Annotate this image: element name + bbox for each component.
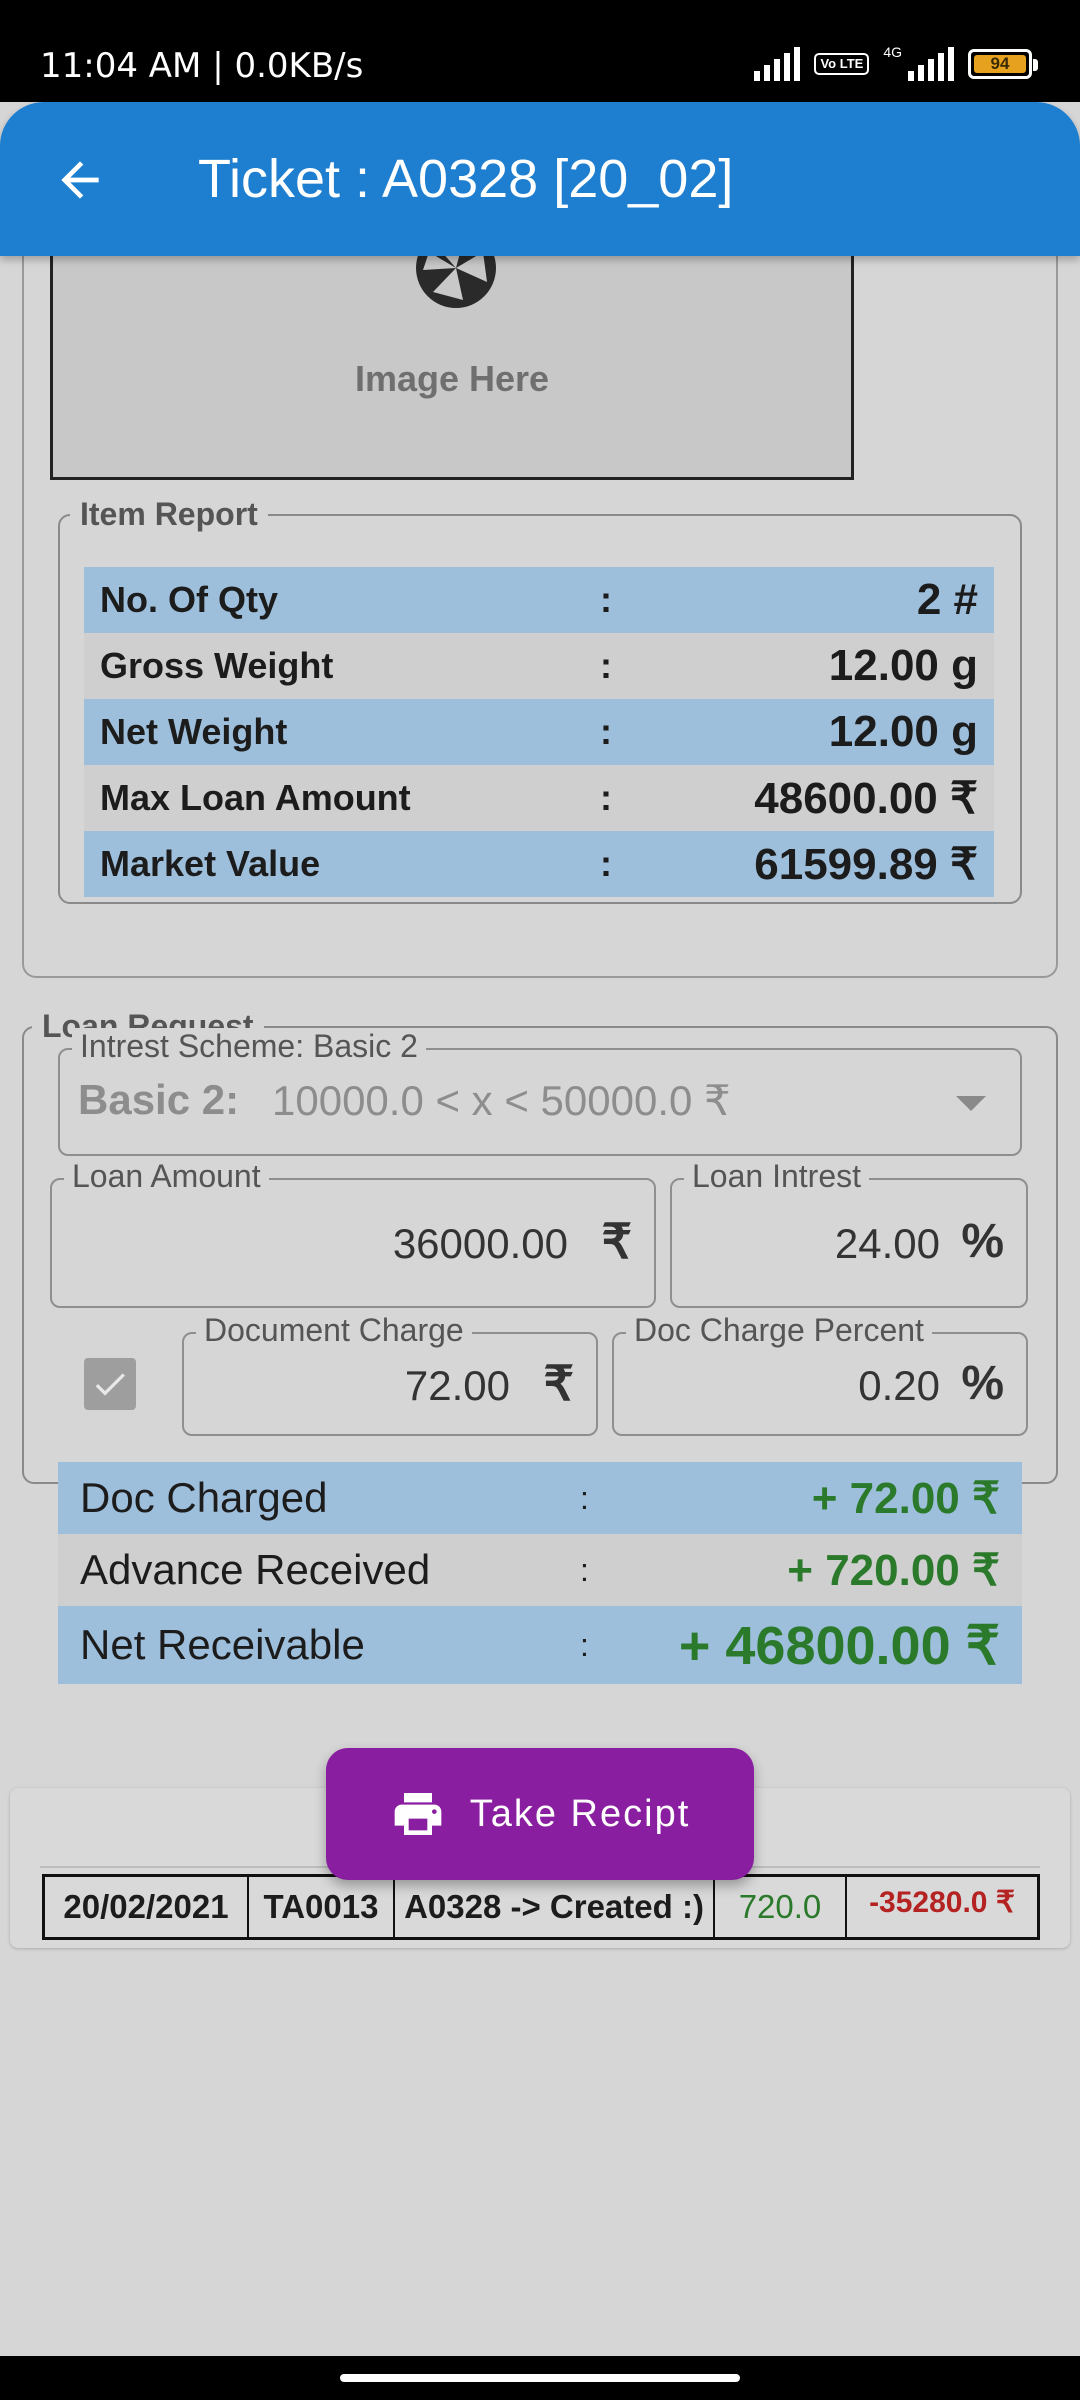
voucher-id: TA0013 [249, 1877, 395, 1937]
percent-icon: % [961, 1215, 1004, 1268]
item-report-group: Item Report No. Of Qty : 2 # Gross Weigh… [58, 496, 1022, 904]
app-bar: Ticket : A0328 [20_02] [0, 102, 1080, 256]
checkmark-icon [95, 1373, 125, 1396]
row-sep: : [600, 579, 612, 620]
row-sep: : [600, 843, 612, 884]
item-report-row: Net Weight : 12.00 g [84, 699, 994, 765]
page-title: Ticket : A0328 [20_02] [198, 149, 734, 209]
image-placeholder[interactable]: Image Here [50, 248, 854, 480]
summary-sep: : [580, 1479, 589, 1516]
rupee-icon: ₹ [601, 1216, 632, 1269]
interest-scheme-dropdown[interactable]: Intrest Scheme: Basic 2 Basic 2: 10000.0… [58, 1028, 1022, 1156]
loan-amount-value[interactable]: 36000.00 [393, 1220, 568, 1268]
dropdown-arrow-icon[interactable] [956, 1096, 986, 1111]
row-sep: : [600, 777, 612, 818]
summary-sep: : [580, 1626, 589, 1663]
voucher-description: A0328 -> Created :) [395, 1877, 715, 1937]
loan-amount-field[interactable]: Loan Amount 36000.00 ₹ [50, 1158, 656, 1308]
item-report-legend: Item Report [80, 496, 258, 532]
doc-charge-percent-value[interactable]: 0.20 [858, 1362, 940, 1410]
document-charge-field[interactable]: Document Charge 72.00 ₹ [182, 1312, 598, 1436]
status-bar: 11:04 AM | 0.0KB/s Vo LTE 4G 94 [0, 0, 1080, 102]
summary-key: Doc Charged [80, 1474, 328, 1521]
loan-interest-field[interactable]: Loan Intrest 24.00 % [670, 1158, 1028, 1308]
loan-summary: Doc Charged : + 72.00 ₹ Advance Received… [58, 1462, 1022, 1684]
printer-icon [394, 1793, 442, 1835]
summary-row: Doc Charged : + 72.00 ₹ [58, 1462, 1022, 1534]
scheme-name: Basic 2: [78, 1076, 240, 1123]
summary-value: + 720.00 ₹ [787, 1545, 1000, 1595]
summary-key: Advance Received [80, 1546, 431, 1593]
summary-row: Net Receivable : + 46800.00 ₹ [58, 1606, 1022, 1684]
voucher-credit: 720.0 [715, 1877, 847, 1937]
summary-row: Advance Received : + 720.00 ₹ [58, 1534, 1022, 1606]
row-key: Market Value [100, 843, 321, 884]
row-key: Net Weight [100, 711, 288, 752]
item-report-row: Max Loan Amount : 48600.00 ₹ [84, 765, 994, 831]
image-placeholder-label: Image Here [354, 358, 550, 399]
item-report-row: Market Value : 61599.89 ₹ [84, 831, 994, 897]
row-value: 48600.00 ₹ [754, 773, 978, 823]
doc-charge-percent-label: Doc Charge Percent [626, 1312, 932, 1349]
voucher-balance: -35280.0 ₹ [869, 1886, 1015, 1919]
row-key: Max Loan Amount [100, 777, 411, 818]
status-icons: Vo LTE 4G 94 [754, 44, 1038, 84]
voucher-row[interactable]: 20/02/2021 TA0013 A0328 -> Created :) 72… [42, 1874, 1040, 1940]
arrow-left-icon[interactable] [52, 152, 108, 208]
network-type: 4G [883, 44, 902, 60]
loan-interest-label: Loan Intrest [684, 1158, 869, 1195]
summary-sep: : [580, 1551, 589, 1588]
take-receipt-label: Take Recipt [469, 1792, 691, 1835]
row-key: No. Of Qty [100, 579, 278, 620]
summary-key: Net Receivable [80, 1621, 365, 1668]
row-value: 61599.89 ₹ [754, 839, 978, 889]
navigation-bar [0, 2356, 1080, 2400]
loan-interest-value[interactable]: 24.00 [835, 1220, 940, 1268]
loan-amount-label: Loan Amount [64, 1158, 269, 1195]
item-report-row: No. Of Qty : 2 # [84, 567, 994, 633]
status-time: 11:04 AM | 0.0KB/s [40, 46, 364, 86]
rupee-icon: ₹ [543, 1358, 574, 1411]
row-sep: : [600, 645, 612, 686]
signal-icon-2 [908, 47, 954, 81]
doc-charge-percent-field[interactable]: Doc Charge Percent 0.20 % [612, 1312, 1028, 1436]
document-charge-value[interactable]: 72.00 [405, 1362, 510, 1410]
volte-badge: Vo LTE [814, 53, 870, 75]
document-charge-label: Document Charge [196, 1312, 472, 1349]
row-value: 12.00 g [828, 641, 978, 690]
summary-value: + 72.00 ₹ [811, 1473, 1000, 1523]
row-value: 12.00 g [828, 707, 978, 756]
take-receipt-button[interactable]: Take Recipt [326, 1748, 754, 1880]
camera-shutter-icon [413, 248, 499, 316]
battery-level: 94 [974, 55, 1026, 73]
scheme-range: 10000.0 < x < 50000.0 ₹ [272, 1077, 731, 1124]
item-report-row: Gross Weight : 12.00 g [84, 633, 994, 699]
voucher-date: 20/02/2021 [45, 1877, 249, 1937]
row-sep: : [600, 711, 612, 752]
home-gesture-handle[interactable] [340, 2374, 740, 2382]
row-key: Gross Weight [100, 645, 334, 686]
interest-scheme-label: Intrest Scheme: Basic 2 [72, 1028, 426, 1065]
battery-icon: 94 [968, 49, 1038, 79]
row-value: 2 # [916, 575, 978, 624]
signal-icon [754, 47, 801, 81]
percent-icon: % [961, 1357, 1004, 1410]
doc-charge-checkbox[interactable] [84, 1358, 136, 1410]
summary-value: + 46800.00 ₹ [678, 1615, 1000, 1676]
